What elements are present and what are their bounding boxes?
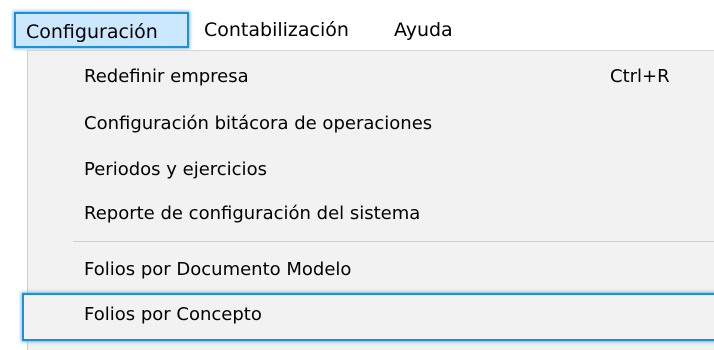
menu-ayuda[interactable]: Ayuda bbox=[386, 12, 453, 48]
menu-item-redefinir-empresa[interactable]: Redefinir empresa Ctrl+R bbox=[28, 55, 714, 99]
menu-bar: Configuración Contabilización Ayuda bbox=[0, 0, 714, 50]
menu-item-label: Folios por Documento Modelo bbox=[84, 259, 352, 280]
menu-item-reporte-configuracion[interactable]: Reporte de configuración del sistema bbox=[28, 192, 714, 236]
menu-item-configuracion-bitacora[interactable]: Configuración bitácora de operaciones bbox=[28, 102, 714, 146]
configuracion-dropdown-menu: Redefinir empresa Ctrl+R Configuración b… bbox=[22, 50, 714, 350]
menu-item-folios-documento-modelo[interactable]: Folios por Documento Modelo bbox=[28, 248, 714, 292]
menu-item-label: Folios por Concepto bbox=[84, 304, 262, 325]
menu-item-label: Periodos y ejercicios bbox=[84, 159, 267, 180]
menu-item-folios-por-concepto[interactable]: Folios por Concepto bbox=[22, 293, 714, 341]
menu-item-label: Configuración bitácora de operaciones bbox=[84, 113, 433, 134]
menu-item-label: Redefinir empresa bbox=[84, 66, 249, 87]
menu-separator bbox=[73, 241, 714, 242]
menu-configuracion[interactable]: Configuración bbox=[14, 12, 189, 48]
menu-item-label: Reporte de configuración del sistema bbox=[84, 203, 421, 224]
menu-item-shortcut: Ctrl+R bbox=[610, 66, 670, 87]
menu-contabilizacion[interactable]: Contabilización bbox=[196, 12, 349, 48]
menu-item-periodos-ejercicios[interactable]: Periodos y ejercicios bbox=[28, 148, 714, 192]
